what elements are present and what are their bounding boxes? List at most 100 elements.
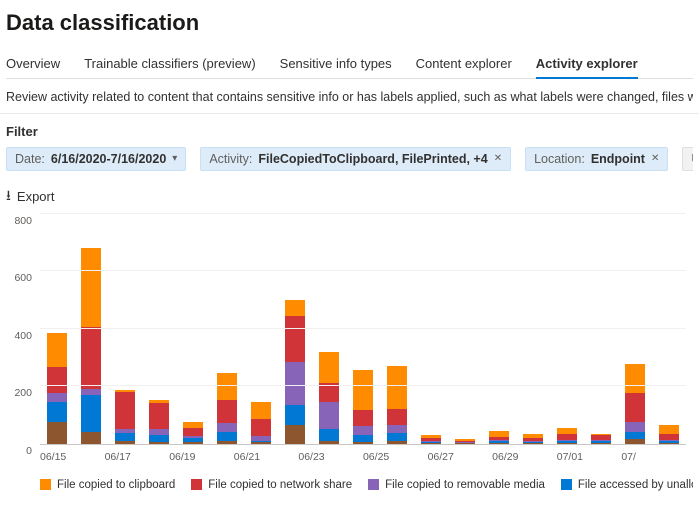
bar[interactable]	[183, 422, 203, 444]
bar[interactable]	[217, 373, 237, 443]
bar-segment	[319, 429, 339, 441]
bar-segment	[115, 433, 135, 440]
bar[interactable]	[659, 425, 679, 443]
bar[interactable]	[285, 300, 305, 444]
legend-item[interactable]: File copied to clipboard	[40, 479, 175, 491]
filter-date-value: 6/16/2020-7/16/2020	[51, 152, 166, 166]
close-icon[interactable]: ✕	[651, 153, 659, 164]
bar-segment	[149, 435, 169, 442]
description-text: Review activity related to content that …	[6, 90, 693, 104]
bar-slot	[176, 215, 210, 444]
bar-slot	[278, 215, 312, 444]
tab-trainable-classifiers-preview[interactable]: Trainable classifiers (preview)	[84, 50, 255, 79]
legend-item[interactable]: File accessed by unallowed app	[561, 479, 693, 491]
bar-segment	[353, 426, 373, 435]
x-tick: 06/21	[234, 451, 299, 463]
close-icon[interactable]: ✕	[494, 153, 502, 164]
bar[interactable]	[625, 364, 645, 443]
filter-location[interactable]: Location: Endpoint ✕	[525, 147, 668, 171]
bar-segment	[319, 402, 339, 429]
bar-segment	[81, 395, 101, 432]
bar-slot	[108, 215, 142, 444]
bar[interactable]	[387, 366, 407, 444]
bar-slot	[448, 215, 482, 444]
bar-segment	[353, 435, 373, 442]
legend-label: File copied to removable media	[385, 479, 545, 491]
bar-segment	[183, 428, 203, 437]
filter-location-value: Endpoint	[591, 152, 645, 166]
bar-slot	[380, 215, 414, 444]
bar-segment	[217, 423, 237, 432]
filter-activity[interactable]: Activity: FileCopiedToClipboard, FilePri…	[200, 147, 511, 171]
bar-segment	[625, 393, 645, 422]
download-icon: ⭳	[6, 185, 11, 209]
bar-slot	[74, 215, 108, 444]
bar-segment	[659, 425, 679, 434]
filter-user[interactable]: User: Any	[682, 147, 693, 171]
tabs: Overview Trainable classifiers (preview) S…	[6, 50, 693, 79]
bar[interactable]	[149, 400, 169, 443]
bar[interactable]	[319, 352, 339, 444]
bar-segment	[523, 443, 543, 444]
tab-content-explorer[interactable]: Content explorer	[416, 50, 512, 79]
bar[interactable]	[47, 333, 67, 444]
bar-segment	[217, 432, 237, 441]
legend-swatch	[40, 479, 51, 490]
bar-segment	[251, 442, 271, 443]
bar[interactable]	[523, 434, 543, 443]
chevron-down-icon: ▾	[172, 153, 177, 164]
y-axis: 0200400600800	[6, 215, 36, 445]
tab-sensitive-info-types[interactable]: Sensitive info types	[280, 50, 392, 79]
bar-segment	[421, 443, 441, 444]
bar-segment	[81, 248, 101, 327]
y-tick: 400	[6, 330, 32, 342]
bar-slot	[652, 215, 686, 444]
x-tick: 06/17	[105, 451, 170, 463]
bar-slot	[312, 215, 346, 444]
bar[interactable]	[251, 402, 271, 444]
bar[interactable]	[421, 435, 441, 443]
tab-activity-explorer[interactable]: Activity explorer	[536, 50, 638, 79]
y-tick: 200	[6, 387, 32, 399]
bar-segment	[353, 410, 373, 426]
x-tick: 06/27	[428, 451, 493, 463]
filter-location-label: Location:	[534, 152, 585, 166]
legend-item[interactable]: File copied to network share	[191, 479, 352, 491]
export-label: Export	[17, 189, 55, 204]
y-tick: 0	[6, 445, 32, 457]
bar-segment	[625, 432, 645, 439]
bar-segment	[81, 432, 101, 444]
bar-segment	[217, 373, 237, 400]
bar-segment	[353, 370, 373, 410]
bar-segment	[47, 422, 67, 444]
bar-segment	[285, 300, 305, 316]
export-button[interactable]: ⭳ Export	[6, 185, 693, 209]
legend-item[interactable]: File copied to removable media	[368, 479, 545, 491]
bar-segment	[625, 422, 645, 432]
bar-segment	[285, 316, 305, 362]
bar-segment	[387, 441, 407, 444]
bar[interactable]	[489, 431, 509, 443]
bar[interactable]	[591, 434, 611, 443]
plot-area	[40, 215, 686, 445]
bar-slot	[346, 215, 380, 444]
bar-slot	[40, 215, 74, 444]
tab-overview[interactable]: Overview	[6, 50, 60, 79]
bar-slot	[550, 215, 584, 444]
bar[interactable]	[115, 390, 135, 443]
bar-slot	[482, 215, 516, 444]
description: Review activity related to content that …	[6, 89, 693, 107]
bar-segment	[183, 442, 203, 443]
bar-segment	[387, 425, 407, 434]
bar-segment	[625, 439, 645, 443]
bar-segment	[47, 367, 67, 393]
bar-segment	[149, 442, 169, 443]
bar-segment	[217, 400, 237, 423]
bar[interactable]	[557, 428, 577, 443]
bar-slot	[210, 215, 244, 444]
page-title: Data classification	[6, 10, 693, 36]
bar[interactable]	[81, 248, 101, 444]
bar[interactable]	[353, 370, 373, 443]
filter-date[interactable]: Date: 6/16/2020-7/16/2020 ▾	[6, 147, 186, 171]
bar[interactable]	[455, 439, 475, 443]
